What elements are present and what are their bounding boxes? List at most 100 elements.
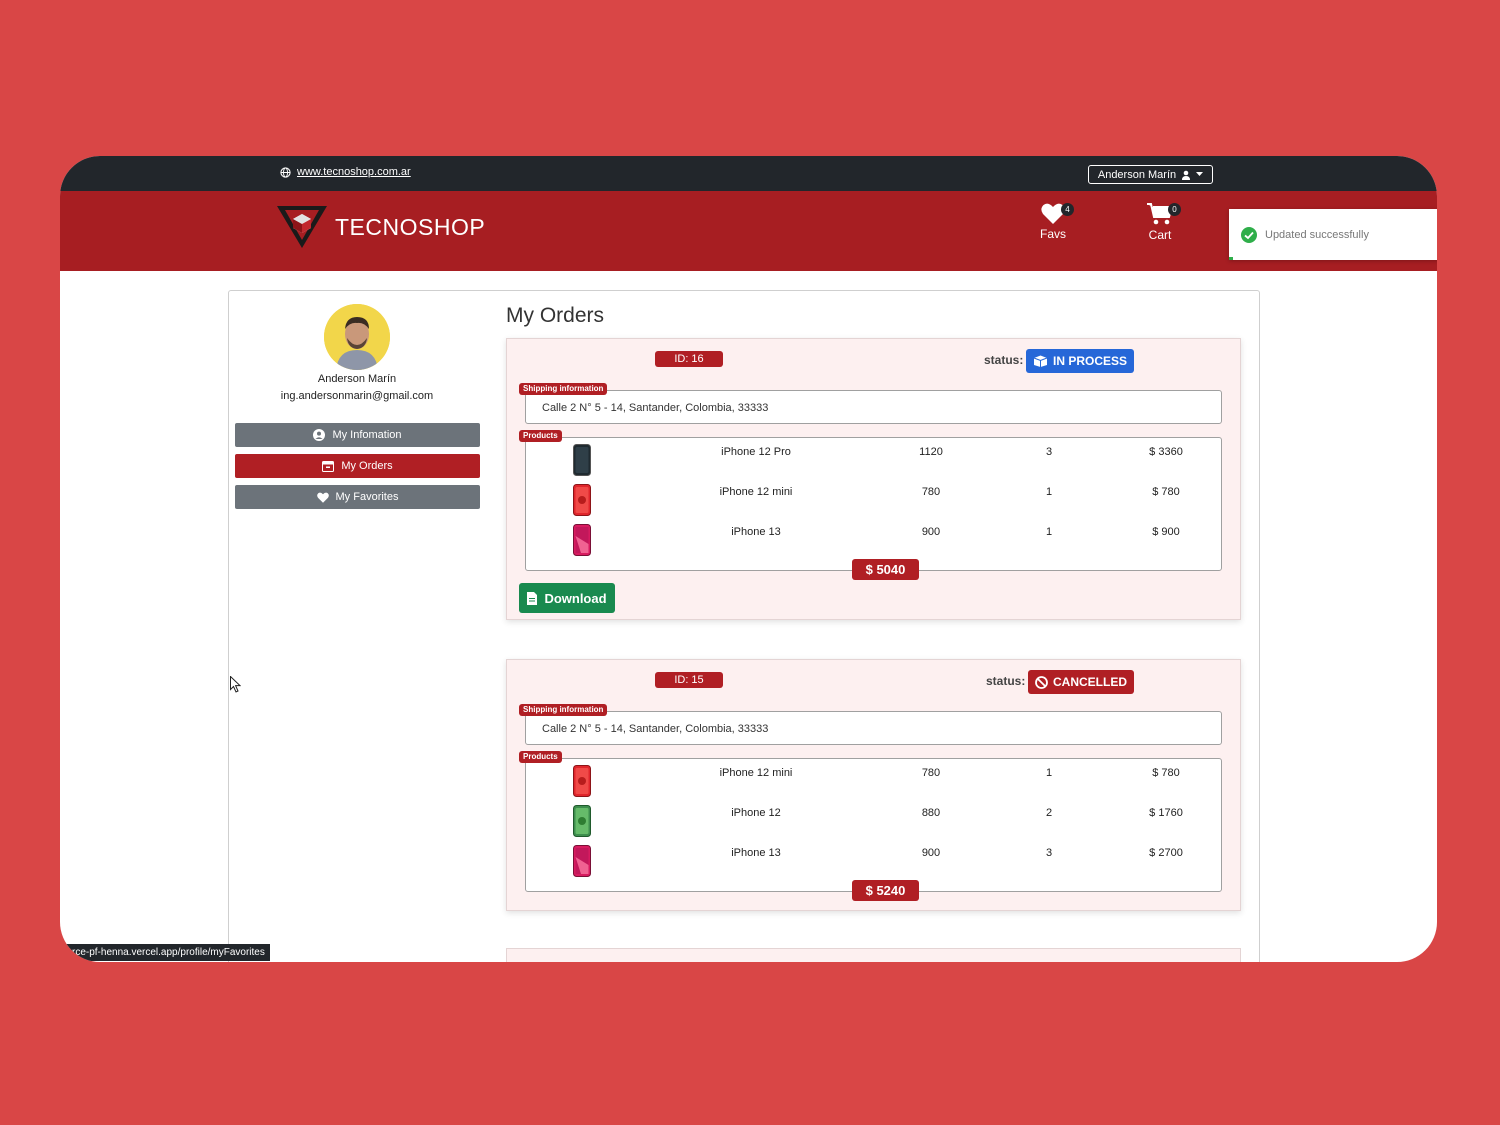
product-total: $ 3360 xyxy=(1149,446,1183,458)
download-label: Download xyxy=(544,590,607,606)
product-total: $ 1760 xyxy=(1149,807,1183,819)
sidebar-item-my-information[interactable]: My Infomation xyxy=(235,423,480,447)
product-price: 1120 xyxy=(919,446,943,458)
site-header: TECNOSHOP 4 Favs 0 Cart Updated successf… xyxy=(60,191,1437,271)
sidebar-item-my-orders[interactable]: My Orders xyxy=(235,454,480,478)
product-quantity: 3 xyxy=(1045,847,1053,859)
shipping-info-tag: Shipping information xyxy=(519,704,608,716)
avatar xyxy=(324,304,390,370)
status-label: status: xyxy=(984,353,1024,367)
download-button[interactable]: Download xyxy=(519,583,615,613)
product-total: $ 780 xyxy=(1152,486,1180,498)
sidebar-item-label: My Infomation xyxy=(332,429,402,441)
phone-image xyxy=(573,765,591,797)
toast-notification[interactable]: Updated successfully xyxy=(1229,209,1437,260)
product-name: iPhone 13 xyxy=(731,526,781,538)
site-link[interactable]: www.tecnoshop.com.ar xyxy=(280,166,411,178)
product-total: $ 780 xyxy=(1152,767,1180,779)
phone-image xyxy=(573,484,591,516)
heart-icon xyxy=(316,492,329,503)
product-price: 900 xyxy=(921,847,941,859)
status-label: status: xyxy=(986,674,1026,688)
product-name: iPhone 12 xyxy=(731,807,781,819)
product-quantity: 1 xyxy=(1045,526,1053,538)
products-tag: Products xyxy=(519,430,562,442)
product-name: iPhone 12 mini xyxy=(719,767,793,779)
product-quantity: 2 xyxy=(1045,807,1053,819)
product-quantity: 3 xyxy=(1045,446,1053,458)
tecnoshop-logo-icon xyxy=(277,206,327,248)
sidebar-item-my-favorites[interactable]: My Favorites xyxy=(235,485,480,509)
favs-count-badge: 4 xyxy=(1061,203,1074,216)
browser-window: www.tecnoshop.com.ar Anderson Marín TECN… xyxy=(60,156,1437,962)
check-circle-icon xyxy=(1241,226,1257,243)
caret-down-icon xyxy=(1196,172,1204,176)
product-price: 780 xyxy=(921,486,941,498)
product-name: iPhone 12 mini xyxy=(719,486,793,498)
status-text: IN PROCESS xyxy=(1053,354,1128,368)
product-row: iPhone 12 mini 780 1 $ 780 xyxy=(526,759,1221,799)
product-quantity: 1 xyxy=(1045,486,1053,498)
favs-button[interactable]: 4 Favs xyxy=(1028,203,1078,241)
user-photo-icon xyxy=(324,304,390,370)
product-row: iPhone 12 Pro 1120 3 $ 3360 xyxy=(526,438,1221,478)
phone-image xyxy=(573,805,591,837)
profile-name: Anderson Marín xyxy=(317,373,397,385)
user-menu-label: Anderson Marín xyxy=(1097,168,1177,181)
order-total-badge: $ 5040 xyxy=(852,559,919,580)
products-tag: Products xyxy=(519,751,562,763)
shipping-address: Calle 2 N° 5 - 14, Santander, Colombia, … xyxy=(525,711,1222,745)
order-card-partial xyxy=(506,948,1241,962)
sidebar-item-label: My Favorites xyxy=(335,491,399,503)
shipping-address: Calle 2 N° 5 - 14, Santander, Colombia, … xyxy=(525,390,1222,424)
ban-icon xyxy=(1035,675,1048,689)
file-pdf-icon xyxy=(527,591,538,605)
mouse-pointer-icon xyxy=(230,676,241,693)
product-row: iPhone 12 880 2 $ 1760 xyxy=(526,799,1221,839)
profile-email: ing.andersonmarin@gmail.com xyxy=(280,390,434,402)
product-price: 900 xyxy=(921,526,941,538)
order-total-badge: $ 5240 xyxy=(852,880,919,901)
product-price: 780 xyxy=(921,767,941,779)
cart-count-badge: 0 xyxy=(1168,203,1181,216)
product-total: $ 2700 xyxy=(1149,847,1183,859)
status-badge: CANCELLED xyxy=(1028,670,1134,694)
shipping-info-tag: Shipping information xyxy=(519,383,608,395)
phone-image xyxy=(573,845,591,877)
user-icon xyxy=(1182,170,1191,180)
user-menu-dropdown[interactable]: Anderson Marín xyxy=(1088,165,1213,184)
status-badge: IN PROCESS xyxy=(1026,349,1135,373)
product-name: iPhone 12 Pro xyxy=(721,446,791,458)
box-open-icon xyxy=(1033,355,1048,367)
phone-image xyxy=(573,524,591,556)
brand-logo[interactable]: TECNOSHOP xyxy=(277,204,485,250)
products-table: iPhone 12 mini 780 1 $ 780 iPhone 12 880… xyxy=(525,758,1222,892)
product-row: iPhone 12 mini 780 1 $ 780 xyxy=(526,478,1221,518)
sidebar-item-label: My Orders xyxy=(341,460,393,472)
order-card: ID: 16 status: IN PROCESS Calle 2 N° 5 -… xyxy=(506,338,1241,620)
product-total: $ 900 xyxy=(1152,526,1180,538)
brand-name: TECNOSHOP xyxy=(335,213,486,240)
product-price: 880 xyxy=(921,807,941,819)
phone-image xyxy=(573,444,591,476)
toast-message: Updated successfully xyxy=(1265,228,1369,241)
box-icon xyxy=(322,460,335,472)
order-id-badge: ID: 16 xyxy=(655,351,723,367)
cart-label: Cart xyxy=(1148,228,1172,242)
status-bar-url: rce-pf-henna.vercel.app/profile/myFavori… xyxy=(60,944,270,961)
cart-button[interactable]: 0 Cart xyxy=(1135,203,1185,242)
order-card: ID: 15 status: CANCELLED Calle 2 N° 5 - … xyxy=(506,659,1241,911)
products-table: iPhone 12 Pro 1120 3 $ 3360 iPhone 12 mi… xyxy=(525,437,1222,571)
favs-label: Favs xyxy=(1039,227,1066,241)
page-title: My Orders xyxy=(506,304,605,327)
profile-panel: Anderson Marín ing.andersonmarin@gmail.c… xyxy=(228,290,1260,962)
order-id-badge: ID: 15 xyxy=(655,672,723,688)
product-row: iPhone 13 900 3 $ 2700 xyxy=(526,839,1221,879)
user-circle-icon xyxy=(313,429,326,441)
status-text: CANCELLED xyxy=(1053,675,1127,689)
product-name: iPhone 13 xyxy=(731,847,781,859)
globe-icon xyxy=(280,166,291,178)
top-bar: www.tecnoshop.com.ar Anderson Marín xyxy=(60,156,1437,191)
product-row: iPhone 13 900 1 $ 900 xyxy=(526,518,1221,558)
site-url[interactable]: www.tecnoshop.com.ar xyxy=(297,166,411,178)
